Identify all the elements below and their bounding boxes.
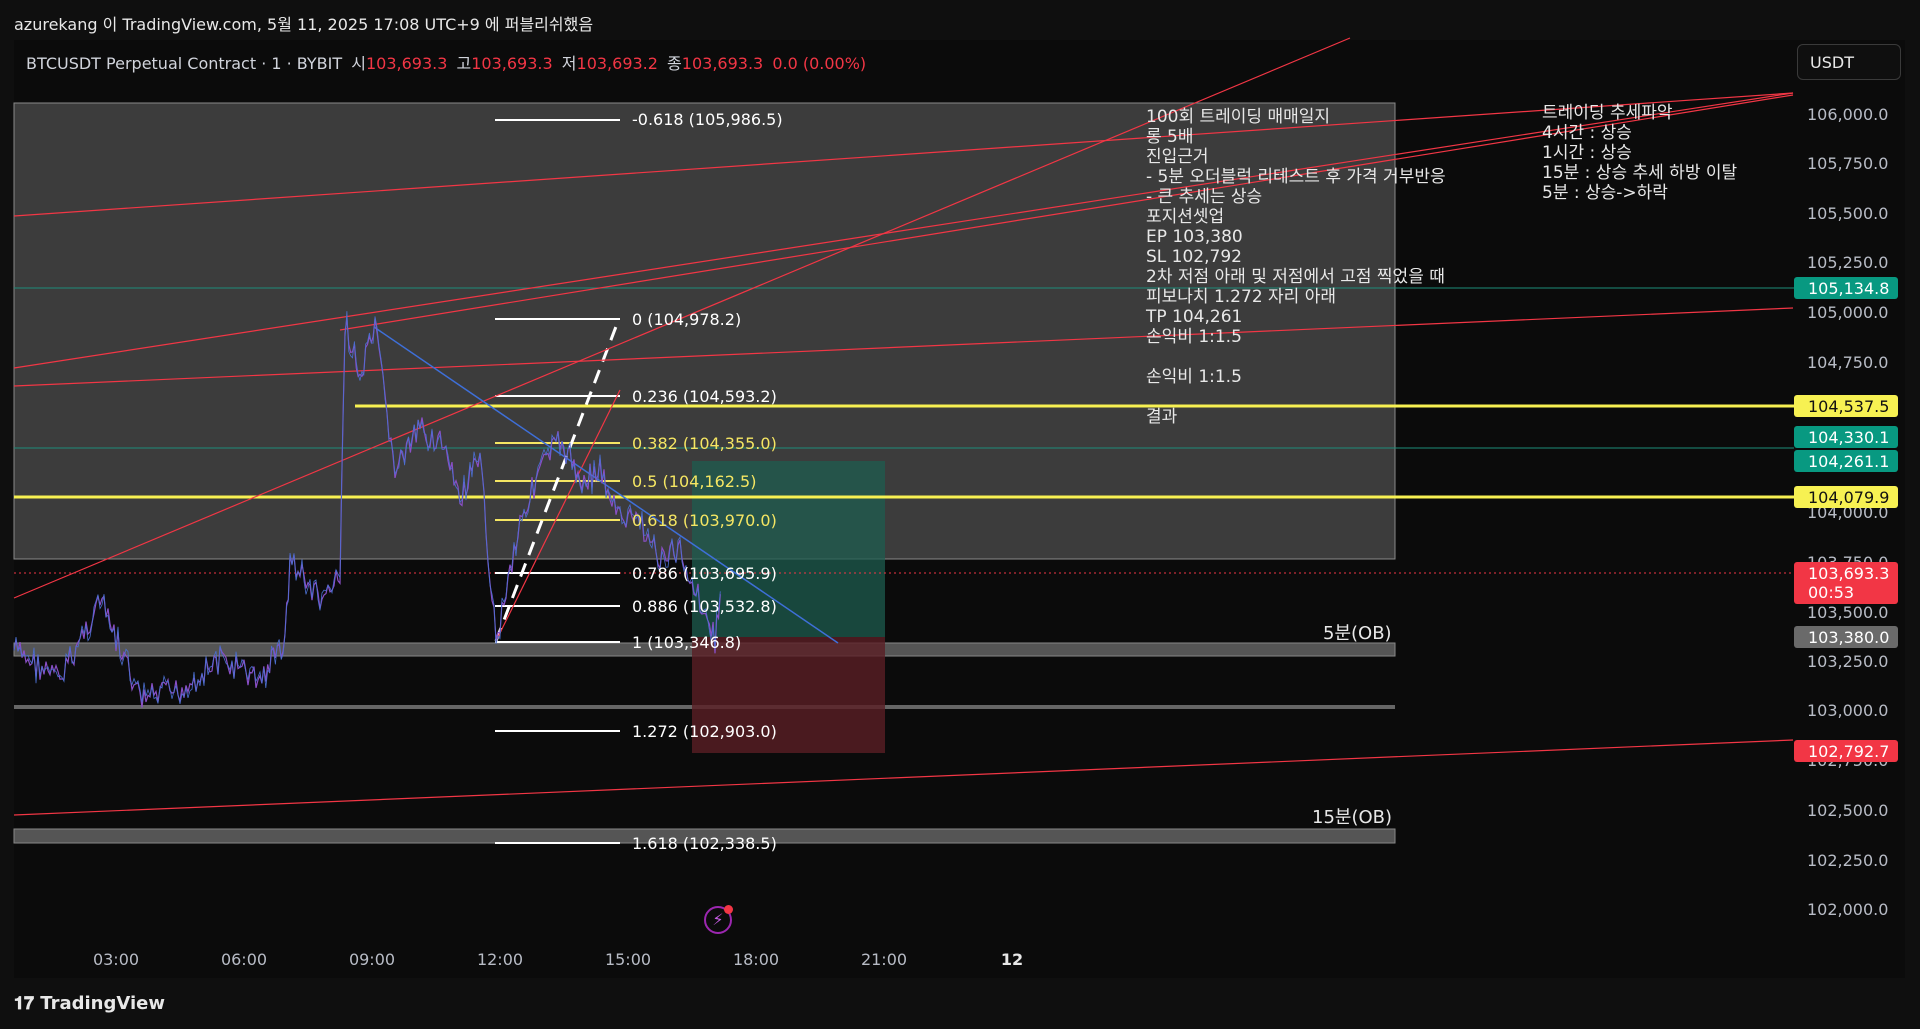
fib-label: 0.5 (104,162.5) xyxy=(632,472,757,491)
logo-icon: 𝟏𝟕 xyxy=(14,993,41,1014)
ob-15min-label: 15분(OB) xyxy=(1312,807,1393,828)
last-price-label: 103,693.3 00:53 xyxy=(1794,562,1898,604)
symbol-name: BTCUSDT Perpetual Contract · 1 · BYBIT xyxy=(26,54,343,73)
note-line: 포지션셋업 xyxy=(1146,207,1225,227)
price-label-104261: 104,261.1 xyxy=(1794,450,1898,472)
symbol-legend: BTCUSDT Perpetual Contract · 1 · BYBIT 시… xyxy=(26,50,866,74)
price-tick: 102,250.0 xyxy=(1807,851,1889,870)
price-label-105134: 105,134.8 xyxy=(1794,277,1898,299)
price-tick: 104,750.0 xyxy=(1807,353,1889,372)
price-label-103380: 103,380.0 xyxy=(1794,626,1898,648)
fib-label: 0.786 (103,695.9) xyxy=(632,564,777,583)
note-line: 5분 : 상승->하락 xyxy=(1542,183,1668,203)
fib-label: 0 (104,978.2) xyxy=(632,310,742,329)
note-line: 결과 xyxy=(1146,407,1178,427)
time-tick: 03:00 xyxy=(92,950,140,969)
last-price-value: 103,693.3 xyxy=(1808,564,1890,583)
price-tick: 102,000.0 xyxy=(1807,900,1889,919)
note-line: 15분 : 상승 추세 하방 이탈 xyxy=(1542,163,1738,183)
fib-label: 1.618 (102,338.5) xyxy=(632,834,777,853)
notification-dot xyxy=(724,905,733,914)
open-label: 시 xyxy=(351,54,366,73)
fib-label: 0.382 (104,355.0) xyxy=(632,434,777,453)
note-line: 트레이딩 추세파악 xyxy=(1542,103,1673,123)
currency-button[interactable]: USDT xyxy=(1797,44,1901,80)
fib-label: 0.236 (104,593.2) xyxy=(632,387,777,406)
chart-drawings[interactable] xyxy=(0,0,1920,1029)
fib-label: 0.886 (103,532.8) xyxy=(632,597,777,616)
change-value: 0.0 (0.00%) xyxy=(772,54,867,73)
price-tick: 105,000.0 xyxy=(1807,303,1889,322)
note-line: 손익비 1:1.5 xyxy=(1146,327,1242,347)
price-tick: 103,500.0 xyxy=(1807,603,1889,622)
low-value: 103,693.2 xyxy=(576,54,658,73)
price-tick: 103,250.0 xyxy=(1807,652,1889,671)
high-value: 103,693.3 xyxy=(471,54,553,73)
tradingview-logo[interactable]: 𝟏𝟕 TradingView xyxy=(14,993,165,1014)
price-tick: 103,000.0 xyxy=(1807,701,1889,720)
note-line: EP 103,380 xyxy=(1146,227,1243,247)
price-label-104079: 104,079.9 xyxy=(1794,486,1898,508)
note-line: 100회 트레이딩 매매일지 xyxy=(1146,107,1331,127)
price-tick: 105,750.0 xyxy=(1807,154,1889,173)
close-label: 종 xyxy=(667,54,682,73)
price-label-102792: 102,792.7 xyxy=(1794,740,1898,762)
note-line: 진입근거 xyxy=(1146,147,1209,167)
price-label-104330: 104,330.1 xyxy=(1794,426,1898,448)
time-tick: 21:00 xyxy=(860,950,908,969)
fib-label: 1.272 (102,903.0) xyxy=(632,722,777,741)
note-line: 피보나치 1.272 자리 아래 xyxy=(1146,287,1336,307)
price-tick: 102,500.0 xyxy=(1807,801,1889,820)
note-line: 4시간 : 상승 xyxy=(1542,123,1632,143)
price-tick: 105,250.0 xyxy=(1807,253,1889,272)
note-line: TP 104,261 xyxy=(1146,307,1243,327)
note-line: - 5분 오더블럭 리테스트 후 가격 거부반응 xyxy=(1146,167,1446,187)
note-line: - 큰 추세는 상승 xyxy=(1146,187,1263,207)
low-label: 저 xyxy=(561,54,577,73)
price-tick: 105,500.0 xyxy=(1807,204,1889,223)
time-tick: 18:00 xyxy=(732,950,780,969)
ob-5min-label: 5분(OB) xyxy=(1323,623,1392,644)
time-tick: 12 xyxy=(1000,950,1024,969)
note-line: 1시간 : 상승 xyxy=(1542,143,1632,163)
fib-label: -0.618 (105,986.5) xyxy=(632,110,783,129)
time-tick: 15:00 xyxy=(604,950,652,969)
time-tick: 09:00 xyxy=(348,950,396,969)
bar-countdown: 00:53 xyxy=(1808,583,1855,602)
price-label-104537: 104,537.5 xyxy=(1794,395,1898,417)
close-value: 103,693.3 xyxy=(681,54,764,73)
fib-label: 0.618 (103,970.0) xyxy=(632,511,777,530)
high-label: 고 xyxy=(456,54,472,73)
trendline xyxy=(13,739,1794,816)
footer: 𝟏𝟕 TradingView xyxy=(0,980,1920,1029)
open-value: 103,693.3 xyxy=(365,54,448,73)
logo-text: TradingView xyxy=(40,993,165,1014)
note-line: 손익비 1:1.5 xyxy=(1146,367,1242,387)
price-tick: 106,000.0 xyxy=(1807,105,1889,124)
fib-label: 1 (103,346.8) xyxy=(632,633,742,652)
note-line: SL 102,792 xyxy=(1146,247,1242,267)
time-tick: 12:00 xyxy=(476,950,524,969)
lightning-icon[interactable]: ⚡ xyxy=(704,905,733,934)
time-tick: 06:00 xyxy=(220,950,268,969)
note-line: 2차 저점 아래 및 저점에서 고점 찍었을 때 xyxy=(1146,267,1445,287)
note-line: 롱 5배 xyxy=(1146,127,1194,147)
